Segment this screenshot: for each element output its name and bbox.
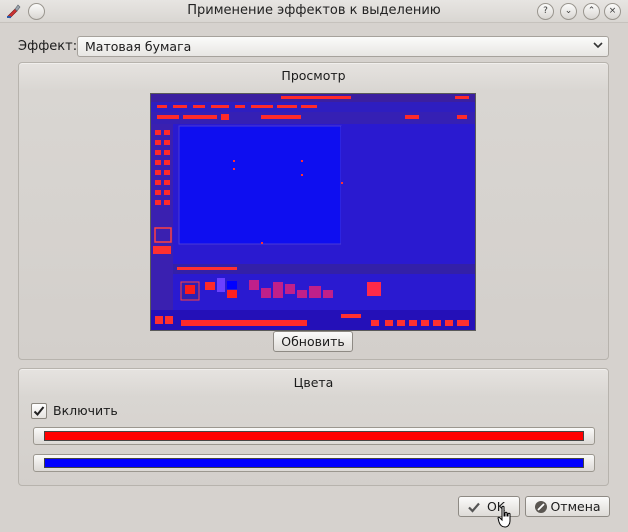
- effect-label: Эффект:: [18, 39, 78, 54]
- mouse-pointer-icon: [497, 505, 511, 528]
- color2-button[interactable]: [33, 454, 595, 472]
- refresh-button[interactable]: Обновить: [273, 331, 353, 352]
- chevron-down-icon: [593, 42, 603, 49]
- enable-checkbox[interactable]: [31, 403, 47, 419]
- preview-image: [150, 93, 476, 331]
- preview-group-title: Просмотр: [281, 68, 346, 83]
- help-button[interactable]: ?: [537, 3, 554, 20]
- color1-swatch: [44, 431, 584, 441]
- cancel-button[interactable]: Отмена: [525, 496, 610, 517]
- title-bar: Применение эффектов к выделению ? ⌄ ⌃ ×: [0, 0, 628, 23]
- checkmark-icon: [33, 406, 45, 416]
- color1-button[interactable]: [33, 427, 595, 445]
- cancel-icon: [535, 501, 547, 513]
- color2-swatch: [44, 458, 584, 468]
- colors-group-title: Цвета: [293, 375, 334, 390]
- enable-checkbox-label[interactable]: Включить: [53, 403, 118, 418]
- effect-combobox[interactable]: Матовая бумага: [77, 36, 609, 57]
- close-button[interactable]: ×: [604, 3, 621, 20]
- shade-button[interactable]: ⌄: [560, 3, 577, 20]
- preview-thumbnail: [151, 94, 475, 330]
- window-title: Применение эффектов к выделению: [187, 3, 441, 18]
- effect-combobox-value: Матовая бумага: [85, 39, 192, 54]
- checkmark-icon: [468, 502, 480, 513]
- maximize-button[interactable]: ⌃: [583, 3, 600, 20]
